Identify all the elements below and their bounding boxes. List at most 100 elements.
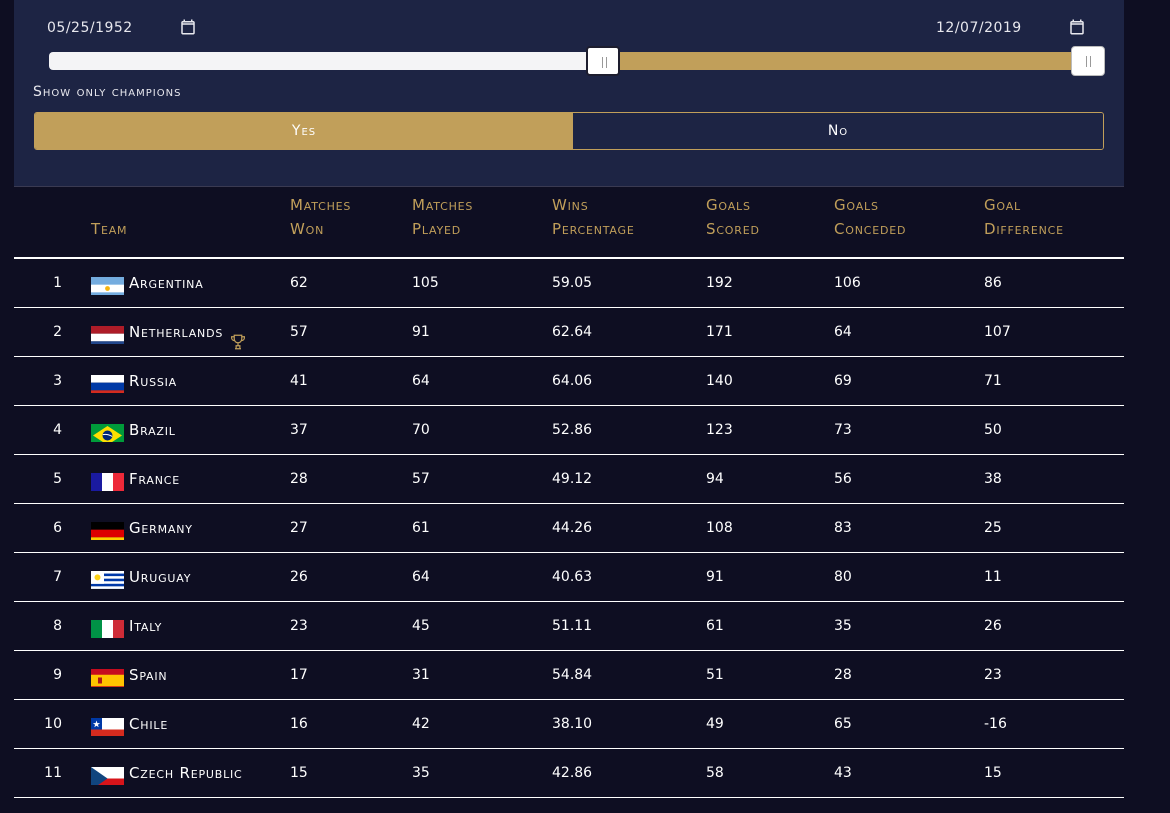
champions-toggle[interactable]: Yes No	[34, 112, 1104, 150]
goal-difference-column-header[interactable]: Goal Difference	[984, 193, 1064, 241]
goals-scored-cell: 91	[706, 569, 724, 585]
team-name: Italy	[129, 617, 163, 635]
slider-start-handle[interactable]	[586, 46, 620, 76]
matches-won-cell: 62	[290, 275, 308, 291]
wins-percentage-cell: 38.10	[552, 716, 593, 732]
team-cell: Argentina	[91, 259, 204, 307]
slider-selected-range	[603, 52, 1088, 70]
matches-played-column-header[interactable]: Matches Played	[412, 193, 473, 241]
goal-difference-cell: 71	[984, 373, 1002, 389]
rank-cell: 8	[53, 618, 62, 634]
team-cell: Netherlands	[91, 308, 247, 356]
header-line-1: Goals	[706, 196, 751, 214]
team-cell: Italy	[91, 602, 162, 650]
team-name: Brazil	[129, 421, 176, 439]
end-date-input[interactable]: 12/07/2019	[936, 18, 1111, 38]
brazil-flag-icon	[91, 419, 124, 442]
table-row[interactable]: 1 Argentina 62 105 59.05 192 106 86	[14, 259, 1124, 308]
header-line-2: Difference	[984, 220, 1064, 238]
rank-cell: 1	[53, 275, 62, 291]
wins-percentage-cell: 42.86	[552, 765, 593, 781]
goal-difference-cell: 15	[984, 765, 1002, 781]
uruguay-flag-icon	[91, 566, 124, 589]
goals-scored-cell: 51	[706, 667, 724, 683]
goals-conceded-cell: 73	[834, 422, 852, 438]
rank-cell: 5	[53, 471, 62, 487]
calendar-icon[interactable]	[1068, 18, 1086, 36]
goal-difference-cell: 38	[984, 471, 1002, 487]
wins-percentage-column-header[interactable]: Wins Percentage	[552, 193, 635, 241]
goals-scored-cell: 140	[706, 373, 733, 389]
goals-scored-cell: 108	[706, 520, 733, 536]
table-row[interactable]: 5 France 28 57 49.12 94 56 38	[14, 455, 1124, 504]
table-row[interactable]: 7 Uruguay 26 64 40.63 91 80 11	[14, 553, 1124, 602]
goal-difference-cell: 25	[984, 520, 1002, 536]
table-row[interactable]: 10 Chile 16 42 38.10 49 65 -16	[14, 700, 1124, 749]
table-row[interactable]: 2 Netherlands 57 91 62.64 171 64 107	[14, 308, 1124, 357]
header-line-1: Wins	[552, 196, 589, 214]
no-option-button[interactable]: No	[573, 113, 1103, 149]
goals-scored-column-header[interactable]: Goals Scored	[706, 193, 760, 241]
russia-flag-icon	[91, 370, 124, 393]
header-line-1: Matches	[412, 196, 474, 214]
team-cell: Brazil	[91, 406, 176, 454]
matches-won-cell: 27	[290, 520, 308, 536]
matches-played-cell: 35	[412, 765, 430, 781]
goal-difference-cell: -16	[984, 716, 1007, 732]
slider-end-handle[interactable]	[1071, 46, 1105, 76]
germany-flag-icon	[91, 517, 124, 540]
goals-conceded-cell: 43	[834, 765, 852, 781]
table-row[interactable]: 4 Brazil 37 70 52.86 123 73 50	[14, 406, 1124, 455]
goals-scored-cell: 61	[706, 618, 724, 634]
goals-scored-cell: 192	[706, 275, 733, 291]
team-name: Spain	[129, 666, 168, 684]
date-range-slider[interactable]	[49, 46, 1105, 76]
matches-won-cell: 41	[290, 373, 308, 389]
goals-conceded-cell: 56	[834, 471, 852, 487]
goals-conceded-column-header[interactable]: Goals Conceded	[834, 193, 906, 241]
table-row[interactable]: 3 Russia 41 64 64.06 140 69 71	[14, 357, 1124, 406]
calendar-icon[interactable]	[179, 18, 197, 36]
rank-cell: 7	[53, 569, 62, 585]
goals-conceded-cell: 69	[834, 373, 852, 389]
table-body: 1 Argentina 62 105 59.05 192 106 86 2 Netherlands…	[14, 259, 1124, 798]
team-column-header[interactable]: Team	[91, 217, 127, 241]
team-cell: Spain	[91, 651, 167, 699]
matches-won-column-header[interactable]: Matches Won	[290, 193, 351, 241]
wins-percentage-cell: 54.84	[552, 667, 593, 683]
goals-scored-cell: 123	[706, 422, 733, 438]
table-header: Team Matches Won Matches Played Wins Percen…	[14, 186, 1124, 259]
table-row[interactable]: 11 Czech Republic 15 35 42.86 58 43 15	[14, 749, 1124, 798]
start-date-input[interactable]: 05/25/1952	[47, 18, 217, 38]
rank-cell: 9	[53, 667, 62, 683]
team-name: Chile	[129, 715, 169, 733]
matches-won-cell: 16	[290, 716, 308, 732]
matches-won-cell: 23	[290, 618, 308, 634]
team-name: Germany	[129, 519, 193, 537]
rank-cell: 4	[53, 422, 62, 438]
czech-republic-flag-icon	[91, 762, 124, 785]
goals-scored-cell: 94	[706, 471, 724, 487]
matches-played-cell: 70	[412, 422, 430, 438]
champions-filter-label: Show only champions	[33, 84, 182, 100]
wins-percentage-cell: 52.86	[552, 422, 593, 438]
goals-conceded-cell: 106	[834, 275, 861, 291]
goal-difference-cell: 23	[984, 667, 1002, 683]
table-row[interactable]: 8 Italy 23 45 51.11 61 35 26	[14, 602, 1124, 651]
matches-won-cell: 15	[290, 765, 308, 781]
goals-scored-cell: 171	[706, 324, 733, 340]
team-cell: Russia	[91, 357, 177, 405]
wins-percentage-cell: 51.11	[552, 618, 593, 634]
table-row[interactable]: 9 Spain 17 31 54.84 51 28 23	[14, 651, 1124, 700]
wins-percentage-cell: 40.63	[552, 569, 593, 585]
header-line-1: Goal	[984, 196, 1021, 214]
header-line-1: Goals	[834, 196, 879, 214]
matches-won-cell: 26	[290, 569, 308, 585]
yes-option-button[interactable]: Yes	[35, 113, 573, 149]
team-cell: Germany	[91, 504, 193, 552]
team-cell: France	[91, 455, 180, 503]
wins-percentage-cell: 64.06	[552, 373, 593, 389]
goal-difference-cell: 26	[984, 618, 1002, 634]
goals-conceded-cell: 35	[834, 618, 852, 634]
table-row[interactable]: 6 Germany 27 61 44.26 108 83 25	[14, 504, 1124, 553]
